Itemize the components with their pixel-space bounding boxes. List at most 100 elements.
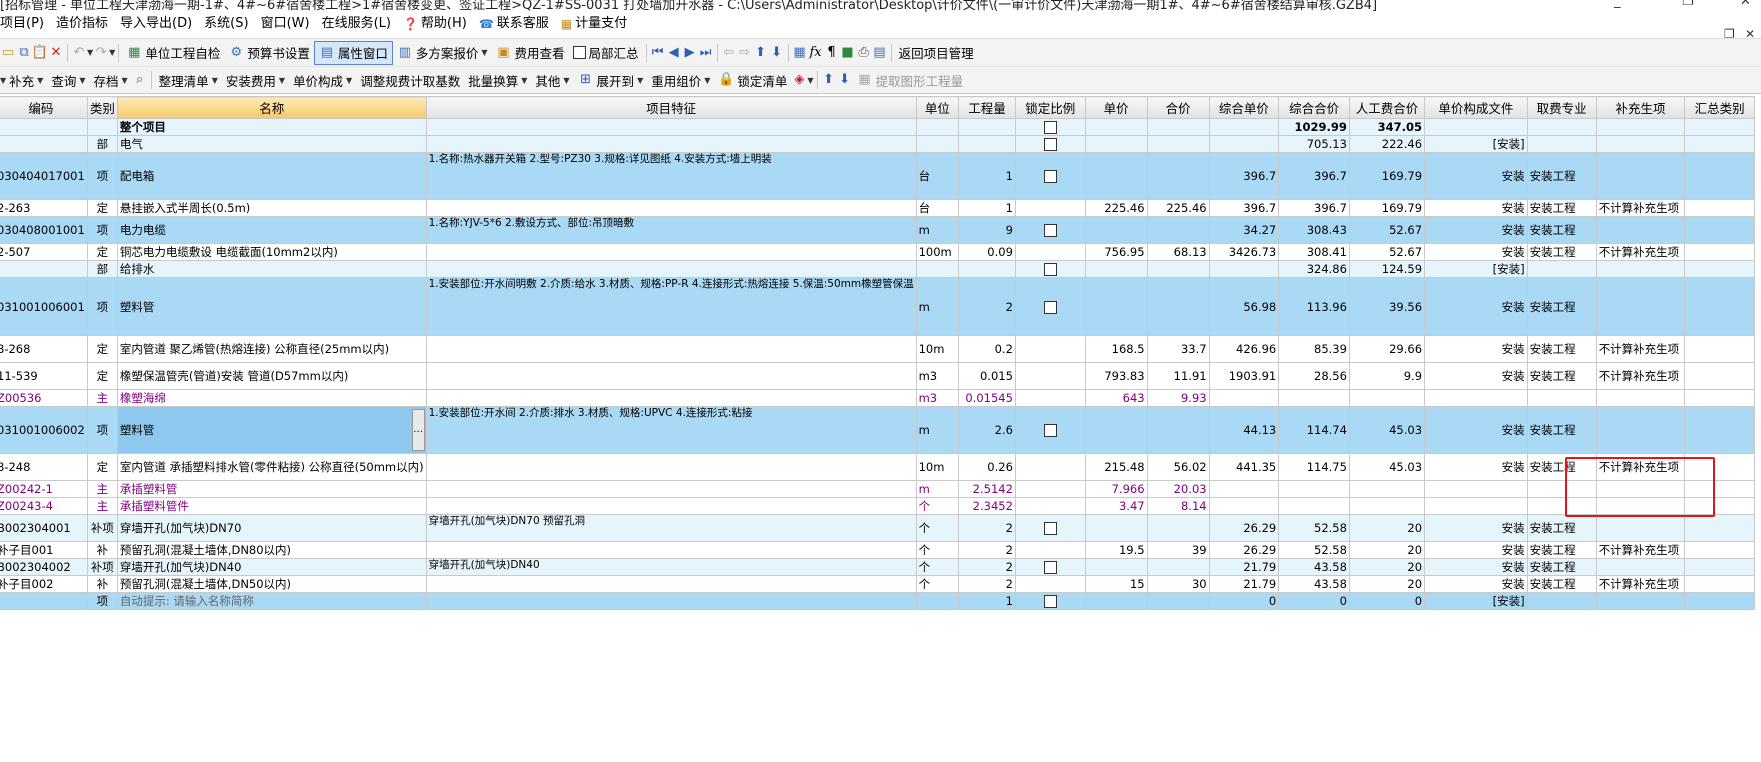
property-window-button[interactable]: ▤ 属性窗口	[313, 40, 393, 65]
column-header[interactable]: 合价	[1146, 96, 1210, 119]
list-icon[interactable]: ▤	[872, 45, 888, 61]
price-cell[interactable]: 3.47	[1084, 497, 1148, 515]
sum-cell[interactable]	[1684, 135, 1755, 153]
price-cell[interactable]	[1084, 118, 1148, 136]
unit-cell[interactable]	[915, 135, 960, 153]
comp_price-cell[interactable]	[1208, 260, 1280, 278]
sum-cell[interactable]	[1684, 152, 1755, 200]
price-cell[interactable]: 19.5	[1084, 541, 1148, 559]
code-cell[interactable]: B002304002	[0, 558, 88, 576]
cube-icon[interactable]: ■	[840, 45, 856, 61]
calculator-icon[interactable]: ▦	[792, 45, 808, 61]
fee-cell[interactable]	[1526, 592, 1597, 610]
type-cell[interactable]	[86, 118, 118, 136]
unit-cell[interactable]: m	[915, 480, 960, 498]
code-cell[interactable]: 补子目002	[0, 575, 88, 593]
paragraph-icon[interactable]: ¶	[824, 45, 840, 61]
sum-cell[interactable]	[1684, 453, 1755, 481]
comp_price-cell[interactable]: 26.29	[1208, 514, 1280, 542]
code-cell[interactable]: Z00536	[0, 389, 88, 407]
fee-cell[interactable]: 安装工程	[1526, 335, 1597, 363]
menu-window[interactable]: 窗口(W)	[255, 12, 316, 36]
menu-help[interactable]: ❓ 帮助(H)	[397, 12, 473, 36]
fee-cell[interactable]	[1526, 135, 1597, 153]
supp-cell[interactable]	[1595, 135, 1686, 153]
price-cell[interactable]: 168.5	[1084, 335, 1148, 363]
name-cell[interactable]: 配电箱	[116, 152, 427, 200]
name-cell[interactable]: 室内管道 聚乙烯管(热熔连接) 公称直径(25mm以内)	[116, 335, 427, 363]
comp_amount-cell[interactable]: 114.75	[1278, 453, 1350, 481]
fee-cell[interactable]	[1526, 389, 1597, 407]
chevron-down-icon[interactable]: ▼	[807, 76, 813, 85]
fee-cell[interactable]: 安装工程	[1526, 541, 1597, 559]
comp_price-cell[interactable]	[1208, 497, 1280, 515]
qty-cell[interactable]: 1	[958, 152, 1016, 200]
labor-cell[interactable]: 124.59	[1348, 260, 1426, 278]
amount-cell[interactable]: 20.03	[1146, 480, 1210, 498]
name-cell[interactable]: 穿墙开孔(加气块)DN70	[116, 514, 427, 542]
menu-online-service[interactable]: 在线服务(L)	[316, 12, 397, 36]
lock-ratio-cell[interactable]	[1014, 277, 1086, 336]
lock-ratio-checkbox[interactable]	[1043, 424, 1057, 437]
lock-ratio-cell[interactable]	[1014, 260, 1086, 278]
code-cell[interactable]	[0, 260, 88, 278]
name-cell[interactable]: 承插塑料管件	[116, 497, 427, 515]
code-cell[interactable]: 031001006001	[0, 277, 88, 336]
column-header[interactable]: 取费专业	[1526, 96, 1597, 119]
amount-cell[interactable]: 11.91	[1146, 362, 1210, 390]
table-row[interactable]: 2-507 定铜芯电力电缆敷设 电缆截面(10mm2以内) 100m 0.09 756.…	[0, 243, 1755, 261]
sum-cell[interactable]	[1684, 199, 1755, 217]
price-cell[interactable]: 225.46	[1084, 199, 1148, 217]
move-up-icon[interactable]: ⬆	[821, 72, 837, 88]
qty-cell[interactable]: 9	[958, 216, 1016, 244]
labor-cell[interactable]: 169.79	[1348, 152, 1426, 200]
column-header[interactable]: 工程量	[958, 96, 1016, 119]
table-row[interactable]: 8-268 定室内管道 聚乙烯管(热熔连接) 公称直径(25mm以内) 10m 0.2…	[0, 335, 1755, 363]
amount-cell[interactable]	[1146, 406, 1210, 454]
comp_amount-cell[interactable]	[1278, 389, 1350, 407]
lock-ratio-cell[interactable]	[1014, 558, 1086, 576]
previous-icon[interactable]: ◀	[666, 45, 682, 61]
lock-ratio-checkbox[interactable]	[1043, 121, 1057, 134]
column-header[interactable]: 补充生项	[1595, 96, 1686, 119]
code-cell[interactable]: 补子目001	[0, 541, 88, 559]
amount-cell[interactable]	[1146, 118, 1210, 136]
comp_amount-cell[interactable]: 52.58	[1278, 514, 1350, 542]
type-cell[interactable]: 项	[86, 277, 118, 336]
qty-cell[interactable]: 2	[958, 541, 1016, 559]
supp-cell[interactable]	[1595, 216, 1686, 244]
name-cell[interactable]: 穿墙开孔(加气块)DN40	[116, 558, 427, 576]
comp_price-cell[interactable]: 396.7	[1208, 199, 1280, 217]
comp_amount-cell[interactable]: 28.56	[1278, 362, 1350, 390]
amount-cell[interactable]	[1146, 592, 1210, 610]
labor-cell[interactable]	[1348, 480, 1426, 498]
file-cell[interactable]: 安装	[1424, 575, 1528, 593]
comp_amount-cell[interactable]: 0	[1278, 592, 1350, 610]
comp_price-cell[interactable]	[1208, 480, 1280, 498]
install-fee-menu[interactable]: 安装费用 ▼	[222, 68, 289, 92]
column-header[interactable]: 编码	[0, 96, 88, 119]
comp_amount-cell[interactable]: 113.96	[1278, 277, 1350, 336]
table-row[interactable]: 11-539 定橡塑保温管壳(管道)安装 管道(D57mm以内) m3 0.015 79…	[0, 362, 1755, 390]
file-cell[interactable]: 安装	[1424, 514, 1528, 542]
unit-cell[interactable]: 10m	[915, 335, 960, 363]
comp_price-cell[interactable]: 1903.91	[1208, 362, 1280, 390]
amount-cell[interactable]: 9.93	[1146, 389, 1210, 407]
lock-ratio-checkbox[interactable]	[1043, 224, 1057, 237]
file-cell[interactable]: 安装	[1424, 277, 1528, 336]
lock-ratio-cell[interactable]	[1014, 453, 1086, 481]
qty-cell[interactable]: 0.015	[958, 362, 1016, 390]
type-cell[interactable]: 部	[86, 260, 118, 278]
table-row[interactable]: 030408001001 项电力电缆 1.名称:YJV-5*6 2.敷设方式、部位:…	[0, 216, 1755, 244]
amount-cell[interactable]: 225.46	[1146, 199, 1210, 217]
move-up-icon[interactable]: ⬆	[753, 45, 769, 61]
comp_amount-cell[interactable]: 43.58	[1278, 558, 1350, 576]
labor-cell[interactable]: 347.05	[1348, 118, 1426, 136]
labor-cell[interactable]: 222.46	[1348, 135, 1426, 153]
table-row[interactable]: 030404017001 项配电箱 1.名称:热水器开关箱 2.型号:PZ30 3.…	[0, 152, 1755, 200]
name-cell[interactable]: 承插塑料管	[116, 480, 427, 498]
code-cell[interactable]: 11-539	[0, 362, 88, 390]
unit-cell[interactable]: 个	[915, 541, 960, 559]
feature-cell[interactable]	[425, 199, 917, 217]
lock-ratio-cell[interactable]	[1014, 199, 1086, 217]
